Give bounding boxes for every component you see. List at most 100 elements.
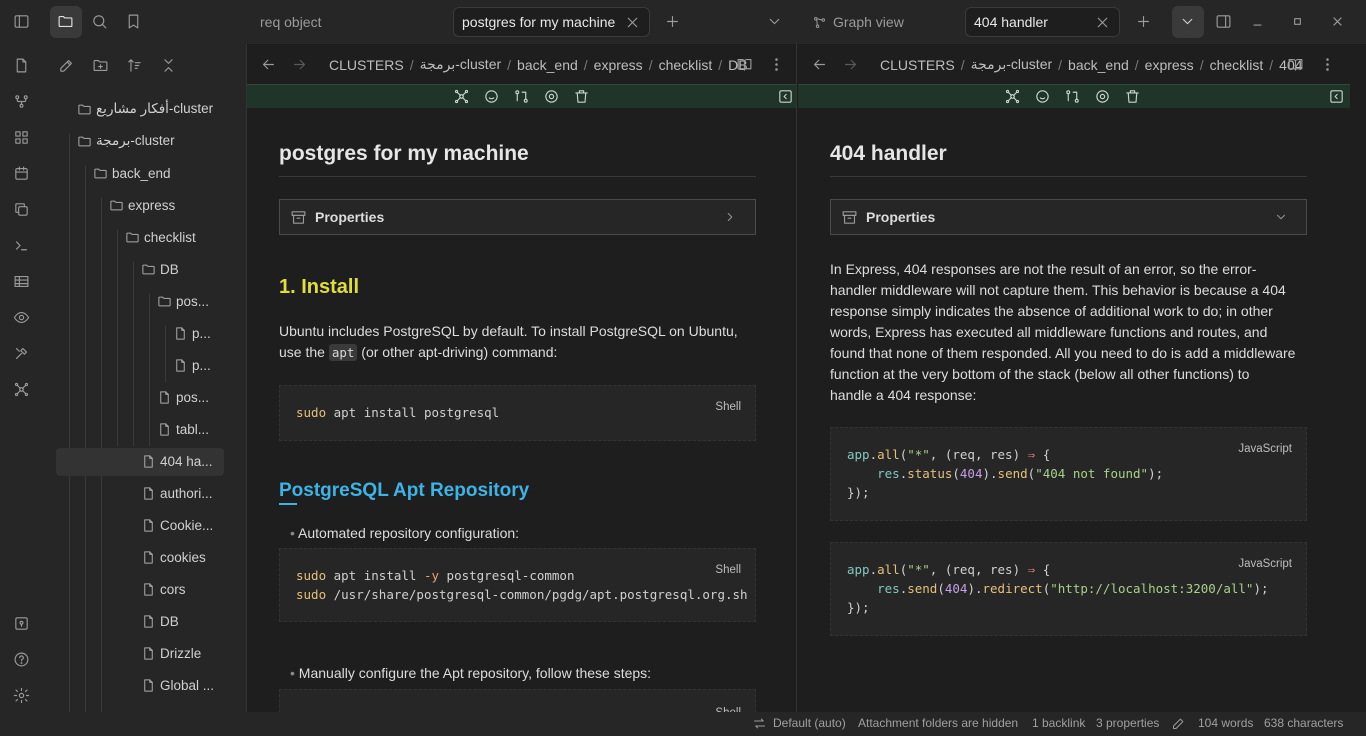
graph-icon[interactable] [13, 381, 30, 398]
properties-expanded[interactable]: Properties [830, 199, 1307, 235]
breadcrumb-item[interactable]: CLUSTERS [880, 57, 955, 73]
close-icon[interactable] [1094, 14, 1111, 31]
new-tab-icon[interactable] [664, 13, 681, 30]
backlinks-count[interactable]: 1 backlink [1032, 716, 1085, 730]
breadcrumb-item[interactable]: CLUSTERS [329, 57, 404, 73]
tree-file[interactable]: 404 ha... [141, 447, 213, 475]
code-block-404[interactable]: JavaScript app.all("*", (req, res) ⇒ { re… [830, 427, 1307, 521]
tree-folder[interactable]: back_end [93, 159, 171, 187]
tree-file[interactable]: p... [173, 319, 211, 347]
back-arrow-icon[interactable] [260, 56, 277, 73]
trash-icon[interactable] [1124, 88, 1141, 105]
git-branch-icon[interactable] [13, 93, 30, 110]
tree-file[interactable]: p... [173, 351, 211, 379]
tree-folder[interactable]: DB [141, 255, 179, 283]
breadcrumb-item[interactable]: برمجة-cluster [420, 56, 502, 73]
back-arrow-icon[interactable] [811, 56, 828, 73]
pencil-icon[interactable] [1171, 716, 1186, 731]
tab-graph-view[interactable]: Graph view [804, 7, 954, 37]
swap-icon[interactable] [752, 716, 767, 731]
code-block-manual[interactable]: Shell [279, 689, 756, 712]
graph-icon[interactable] [1004, 88, 1021, 105]
tools-icon[interactable] [13, 345, 30, 362]
calendar-icon[interactable] [13, 165, 30, 182]
breadcrumb-item[interactable]: برمجة-cluster [971, 56, 1053, 73]
tree-file[interactable]: tabl... [157, 415, 209, 443]
eye-icon[interactable] [13, 309, 30, 326]
tree-folder[interactable]: express [109, 191, 175, 219]
properties-collapsed[interactable]: Properties [279, 199, 756, 235]
minimize-icon[interactable] [1249, 13, 1266, 30]
help-icon[interactable] [13, 651, 30, 668]
smile-icon[interactable] [1034, 88, 1051, 105]
close-icon[interactable] [624, 14, 641, 31]
target-icon[interactable] [1094, 88, 1111, 105]
file-icon [141, 486, 156, 501]
tree-file[interactable]: cors [141, 575, 186, 603]
copy-icon[interactable] [13, 201, 30, 218]
tree-file[interactable]: Cookie... [141, 511, 213, 539]
breadcrumb-item[interactable]: checklist [1210, 57, 1264, 73]
tree-file[interactable]: Global ... [141, 671, 214, 699]
properties-count[interactable]: 3 properties [1096, 716, 1159, 730]
tab-req-object[interactable]: req object [252, 7, 442, 37]
new-note-icon[interactable] [58, 57, 75, 74]
chevron-down-icon[interactable] [766, 13, 783, 30]
more-options-icon[interactable] [1319, 56, 1336, 73]
attachments-status[interactable]: Attachment folders are hidden [858, 716, 1018, 730]
tree-folder[interactable]: أفكار مشاريع-cluster [77, 95, 213, 123]
breadcrumb-item[interactable]: express [594, 57, 643, 73]
tab-404-handler[interactable]: 404 handler [965, 7, 1120, 37]
code-block-install[interactable]: Shell sudo apt install postgresql [279, 385, 756, 441]
maximize-icon[interactable] [1289, 13, 1306, 30]
terminal-icon[interactable] [13, 237, 30, 254]
new-folder-icon[interactable] [92, 57, 109, 74]
breadcrumb-item[interactable]: back_end [1068, 57, 1129, 73]
breadcrumb-item[interactable]: checklist [659, 57, 713, 73]
sort-icon[interactable] [126, 57, 143, 74]
tree-folder[interactable]: برمجة-cluster [77, 127, 175, 155]
git-compare-icon[interactable] [1064, 88, 1081, 105]
code-block-apt[interactable]: Shell sudo apt install -y postgresql-comm… [279, 548, 756, 622]
tree-file[interactable]: cookies [141, 543, 206, 571]
new-tab-icon[interactable] [1135, 13, 1152, 30]
reading-view-icon[interactable] [736, 56, 753, 73]
chevron-down-icon[interactable] [1179, 13, 1196, 30]
collapse-all-icon[interactable] [160, 57, 177, 74]
heading-apt-repository[interactable]: PostgreSQL Apt Repository [279, 480, 529, 502]
grid-icon[interactable] [13, 129, 30, 146]
bookmark-icon[interactable] [125, 13, 142, 30]
tree-file[interactable]: DB [141, 607, 179, 635]
editor-mode[interactable]: Default (auto) [773, 716, 846, 730]
tree-file[interactable]: authori... [141, 479, 213, 507]
tree-file[interactable]: Drizzle [141, 639, 201, 667]
window-close-icon[interactable] [1329, 13, 1346, 30]
collapse-panel-icon[interactable] [777, 88, 794, 105]
tree-file[interactable]: pos... [157, 383, 209, 411]
tab-postgres[interactable]: postgres for my machine [453, 7, 650, 37]
folder-icon[interactable] [57, 13, 74, 30]
breadcrumb-item[interactable]: back_end [517, 57, 578, 73]
breadcrumb-item[interactable]: express [1145, 57, 1194, 73]
sidebar-toggle-icon[interactable] [13, 13, 30, 30]
file-icon[interactable] [13, 57, 30, 74]
code-block-redirect[interactable]: JavaScript app.all("*", (req, res) ⇒ { re… [830, 542, 1307, 636]
vault-icon[interactable] [13, 615, 30, 632]
tree-folder[interactable]: checklist [125, 223, 196, 251]
git-compare-icon[interactable] [513, 88, 530, 105]
forward-arrow-icon[interactable] [291, 56, 308, 73]
more-options-icon[interactable] [768, 56, 785, 73]
forward-arrow-icon[interactable] [842, 56, 859, 73]
smile-icon[interactable] [483, 88, 500, 105]
search-icon[interactable] [91, 13, 108, 30]
settings-icon[interactable] [13, 687, 30, 704]
collapse-panel-icon[interactable] [1328, 88, 1345, 105]
heading-underline [279, 503, 297, 505]
tree-folder[interactable]: pos... [157, 287, 209, 315]
target-icon[interactable] [543, 88, 560, 105]
graph-icon[interactable] [453, 88, 470, 105]
right-sidebar-toggle-icon[interactable] [1215, 13, 1232, 30]
table-icon[interactable] [13, 273, 30, 290]
reading-view-icon[interactable] [1287, 56, 1304, 73]
trash-icon[interactable] [573, 88, 590, 105]
